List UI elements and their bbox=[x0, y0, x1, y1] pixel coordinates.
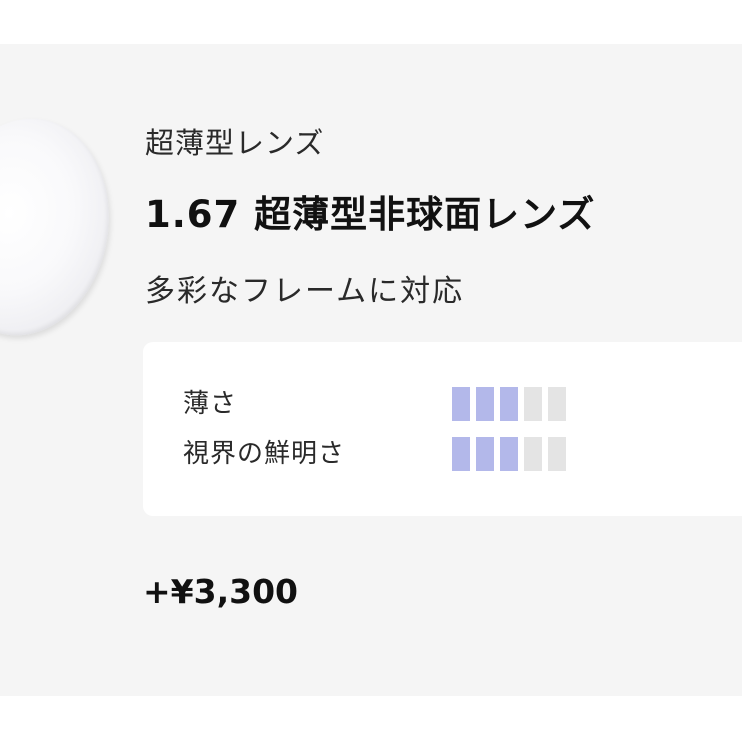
rating-meter bbox=[452, 437, 566, 471]
meter-segment-empty bbox=[548, 387, 566, 421]
meter-segment-empty bbox=[524, 387, 542, 421]
product-subtitle: 多彩なフレームに対応 bbox=[145, 274, 465, 309]
product-name: 1.67 超薄型非球面レンズ bbox=[145, 193, 596, 236]
lens-image bbox=[0, 105, 126, 349]
spec-row-clarity: 視界の鮮明さ bbox=[183, 436, 742, 472]
meter-segment-filled bbox=[476, 437, 494, 471]
rating-meter bbox=[452, 387, 566, 421]
meter-segment-filled bbox=[476, 387, 494, 421]
lens-option-card[interactable]: 超薄型レンズ 1.67 超薄型非球面レンズ 多彩なフレームに対応 薄さ 視界の鮮… bbox=[0, 44, 742, 696]
meter-segment-filled bbox=[452, 387, 470, 421]
price-label: +¥3,300 bbox=[143, 572, 298, 611]
spec-label: 視界の鮮明さ bbox=[183, 439, 346, 469]
spec-panel: 薄さ 視界の鮮明さ bbox=[143, 342, 742, 516]
spec-label: 薄さ bbox=[183, 389, 238, 419]
spec-row-thinness: 薄さ bbox=[183, 386, 742, 422]
meter-segment-filled bbox=[500, 437, 518, 471]
lens-category: 超薄型レンズ bbox=[145, 126, 325, 160]
meter-segment-empty bbox=[524, 437, 542, 471]
meter-segment-filled bbox=[500, 387, 518, 421]
meter-segment-filled bbox=[452, 437, 470, 471]
meter-segment-empty bbox=[548, 437, 566, 471]
